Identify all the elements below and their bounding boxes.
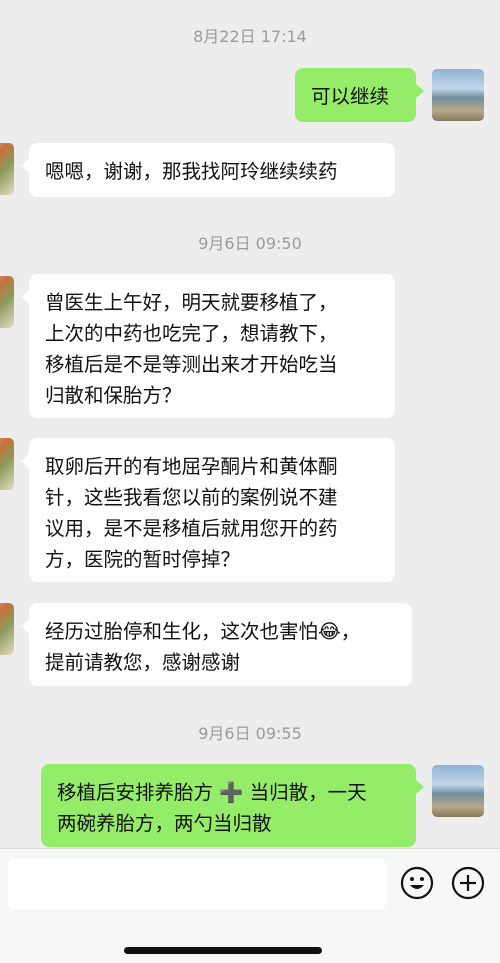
contact-avatar[interactable] [0, 603, 14, 655]
chat-area[interactable]: 8月22日 17:14 可以继续 嗯嗯，谢谢，那我找阿玲继续续药 9月6日 09… [0, 0, 500, 848]
message-bubble-received[interactable]: 取卵后开的有地屈孕酮片和黄体酮 针，这些我看您以前的案例说不建 议用，是不是移植… [21, 438, 395, 582]
timestamp: 8月22日 17:14 [193, 27, 307, 46]
contact-avatar[interactable] [0, 143, 14, 195]
message-bubble-sent[interactable]: 移植后安排养胎方 ➕ 当归散，一天 两碗养胎方，两勺当归散 [41, 764, 424, 847]
my-avatar[interactable] [432, 69, 484, 121]
message-bubble-received[interactable]: 经历过胎停和生化，这次也害怕😂， 提前请教您，感谢感谢 [21, 603, 412, 686]
contact-avatar[interactable] [0, 276, 14, 328]
message-bubble-received[interactable]: 嗯嗯，谢谢，那我找阿玲继续续药 [21, 143, 395, 197]
timestamp: 9月6日 09:55 [198, 724, 302, 743]
contact-avatar[interactable] [0, 438, 14, 490]
message-input[interactable] [8, 859, 386, 909]
my-avatar[interactable] [432, 765, 484, 817]
timestamp: 9月6日 09:50 [198, 234, 302, 253]
message-bubble-received[interactable]: 曾医生上午好，明天就要移植了， 上次的中药也吃完了，想请教下， 移植后是不是等测… [21, 274, 395, 418]
input-bar [0, 848, 500, 963]
message-bubble-sent[interactable]: 可以继续 [295, 68, 424, 122]
plus-icon[interactable] [451, 866, 485, 900]
emoji-icon[interactable] [400, 866, 434, 900]
home-indicator[interactable] [124, 947, 322, 954]
